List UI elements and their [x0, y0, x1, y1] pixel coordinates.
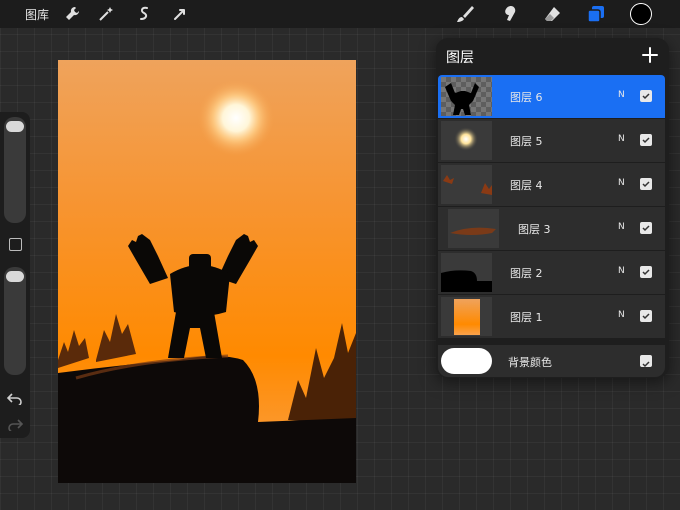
- layer-name: 图层 2: [510, 267, 543, 280]
- layer-name: 图层 6: [510, 91, 543, 104]
- layer-row-6[interactable]: 图层 6 N: [438, 75, 665, 118]
- gallery-button[interactable]: 图库: [25, 6, 49, 23]
- brush-size-handle[interactable]: [6, 121, 24, 132]
- visibility-checkbox[interactable]: [640, 310, 652, 322]
- visibility-checkbox[interactable]: [640, 222, 652, 234]
- visibility-checkbox[interactable]: [640, 90, 652, 102]
- brush-icon[interactable]: [455, 4, 475, 24]
- blend-mode-button[interactable]: N: [618, 266, 625, 276]
- plus-icon[interactable]: [639, 44, 661, 66]
- layer-name: 图层 4: [510, 179, 543, 192]
- opacity-handle[interactable]: [6, 271, 24, 282]
- background-color-row[interactable]: 背景颜色: [438, 345, 665, 377]
- layer-row-5[interactable]: 图层 5 N: [438, 119, 665, 162]
- background-color-swatch[interactable]: [441, 348, 492, 374]
- eraser-icon[interactable]: [542, 4, 562, 24]
- blend-mode-button[interactable]: N: [618, 90, 625, 100]
- layer-thumbnail: [441, 77, 492, 116]
- smudge-icon[interactable]: [499, 4, 519, 24]
- layer-row-1[interactable]: 图层 1 N: [438, 295, 665, 338]
- layer-row-3[interactable]: 图层 3 N: [438, 207, 665, 250]
- opacity-slider[interactable]: [4, 267, 26, 375]
- visibility-checkbox[interactable]: [640, 134, 652, 146]
- blend-mode-button[interactable]: N: [618, 222, 625, 232]
- selection-icon[interactable]: [135, 4, 155, 24]
- background-color-label: 背景颜色: [508, 356, 552, 369]
- layer-thumbnail: [441, 253, 492, 292]
- transform-icon[interactable]: [170, 4, 190, 24]
- layers-panel-title: 图层: [446, 50, 474, 66]
- side-slider-panel: [0, 112, 30, 438]
- top-toolbar: 图库: [0, 0, 680, 28]
- layers-panel: 图层 图层 6 N 图层 5 N 图层 4 N 图层 3 N 图层 2 N 图层…: [436, 38, 669, 378]
- wrench-icon[interactable]: [62, 4, 82, 24]
- layer-row-4[interactable]: 图层 4 N: [438, 163, 665, 206]
- layer-thumbnail: [441, 165, 492, 204]
- layer-thumbnail: [448, 209, 499, 248]
- blend-mode-button[interactable]: N: [618, 310, 625, 320]
- visibility-checkbox[interactable]: [640, 266, 652, 278]
- undo-icon[interactable]: [6, 390, 24, 407]
- magic-wand-icon[interactable]: [96, 4, 116, 24]
- redo-icon[interactable]: [6, 416, 24, 433]
- modify-button[interactable]: [9, 238, 22, 251]
- brush-size-slider[interactable]: [4, 117, 26, 223]
- blend-mode-button[interactable]: N: [618, 134, 625, 144]
- blend-mode-button[interactable]: N: [618, 178, 625, 188]
- layer-name: 图层 3: [518, 223, 551, 236]
- visibility-checkbox[interactable]: [640, 355, 652, 368]
- layer-name: 图层 1: [510, 311, 543, 324]
- visibility-checkbox[interactable]: [640, 178, 652, 190]
- drawing-canvas[interactable]: [58, 60, 356, 483]
- layer-row-2[interactable]: 图层 2 N: [438, 251, 665, 294]
- layer-name: 图层 5: [510, 135, 543, 148]
- sun: [198, 80, 274, 156]
- layers-icon[interactable]: [586, 4, 606, 24]
- color-picker-button[interactable]: [630, 3, 652, 25]
- layer-thumbnail: [441, 297, 492, 336]
- layer-thumbnail: [441, 121, 492, 160]
